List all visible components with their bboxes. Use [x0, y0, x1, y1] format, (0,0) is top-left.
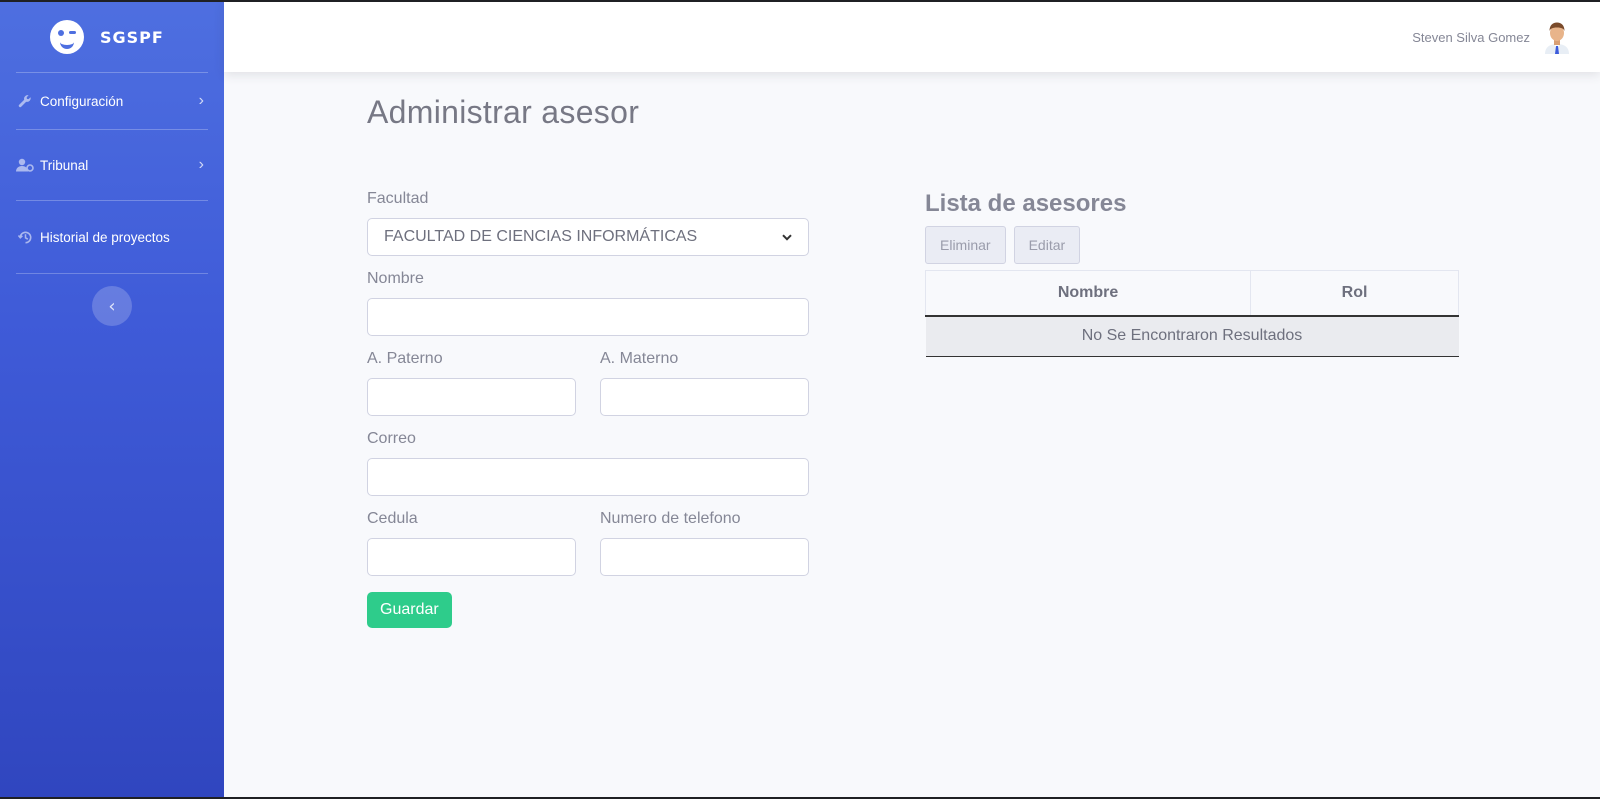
- chevron-right-icon: ›: [198, 156, 204, 173]
- paterno-input[interactable]: [367, 378, 576, 416]
- delete-button[interactable]: Eliminar: [925, 226, 1006, 264]
- app-window: SGSPF Configuración › Tribunal › Histori…: [0, 2, 1600, 797]
- sidebar-item-label: Historial de proyectos: [40, 229, 170, 245]
- asesor-form: Facultad FACULTAD DE CIENCIAS INFORMÁTIC…: [367, 190, 809, 628]
- main-content: Administrar asesor Facultad FACULTAD DE …: [224, 72, 1600, 797]
- column-header-rol[interactable]: Rol: [1250, 270, 1459, 317]
- avatar[interactable]: [1542, 20, 1572, 54]
- chevron-left-icon: ‹: [108, 295, 116, 317]
- table-header-row: Nombre Rol: [924, 270, 1459, 317]
- laugh-wink-icon: [50, 20, 84, 54]
- paterno-label: A. Paterno: [367, 350, 443, 367]
- wrench-icon: [16, 93, 34, 109]
- empty-results-message: No Se Encontraron Resultados: [925, 315, 1459, 357]
- chevron-right-icon: ›: [198, 92, 204, 109]
- sidebar-divider: [16, 273, 208, 274]
- nombre-input[interactable]: [367, 298, 809, 336]
- nombre-label: Nombre: [367, 270, 424, 287]
- list-title: Lista de asesores: [925, 190, 1127, 217]
- user-name[interactable]: Steven Silva Gomez: [1412, 30, 1530, 45]
- sidebar-item-label: Tribunal: [40, 157, 89, 173]
- chevron-down-icon: [782, 230, 792, 244]
- sidebar-toggle-button[interactable]: ‹: [92, 286, 132, 326]
- column-header-nombre[interactable]: Nombre: [924, 270, 1252, 317]
- asesores-list: Lista de asesores Eliminar Editar Nombre…: [924, 190, 1459, 357]
- sidebar-item-label: Configuración: [40, 93, 124, 109]
- table-row: No Se Encontraron Resultados: [925, 315, 1459, 357]
- history-icon: [16, 229, 34, 245]
- user-cog-icon: [16, 157, 34, 173]
- list-toolbar: Eliminar Editar: [925, 226, 1459, 264]
- topbar: Steven Silva Gomez: [224, 2, 1600, 72]
- cedula-input[interactable]: [367, 538, 576, 576]
- correo-label: Correo: [367, 430, 416, 447]
- telefono-label: Numero de telefono: [600, 510, 741, 527]
- page-title: Administrar asesor: [367, 94, 640, 130]
- sidebar: SGSPF Configuración › Tribunal › Histori…: [0, 2, 224, 797]
- materno-label: A. Materno: [600, 350, 679, 367]
- sidebar-item-tribunal[interactable]: Tribunal ›: [0, 130, 224, 200]
- edit-button[interactable]: Editar: [1013, 226, 1081, 264]
- facultad-select[interactable]: FACULTAD DE CIENCIAS INFORMÁTICAS: [367, 218, 809, 256]
- facultad-selected-value: FACULTAD DE CIENCIAS INFORMÁTICAS: [384, 228, 698, 245]
- brand[interactable]: SGSPF: [0, 2, 224, 72]
- cedula-label: Cedula: [367, 510, 418, 527]
- brand-title: SGSPF: [100, 27, 164, 47]
- asesores-table: Nombre Rol No Se Encontraron Resultados: [924, 270, 1459, 357]
- sidebar-item-configuracion[interactable]: Configuración ›: [0, 73, 224, 129]
- telefono-input[interactable]: [600, 538, 809, 576]
- materno-input[interactable]: [600, 378, 809, 416]
- save-button[interactable]: Guardar: [367, 592, 452, 628]
- correo-input[interactable]: [367, 458, 809, 496]
- facultad-label: Facultad: [367, 190, 429, 207]
- sidebar-item-historial[interactable]: Historial de proyectos: [0, 201, 224, 273]
